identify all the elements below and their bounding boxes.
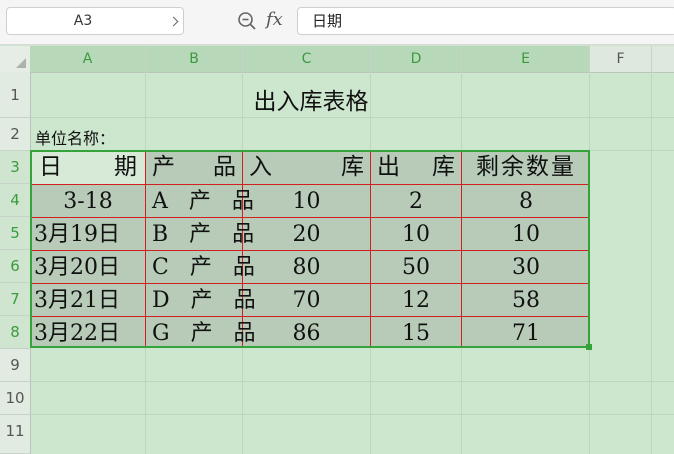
column-header-e[interactable]: E <box>462 46 590 72</box>
row-header-2[interactable]: 2 <box>0 118 30 151</box>
name-box[interactable]: A3 <box>6 7 184 35</box>
row-header-8[interactable]: 8 <box>0 316 30 349</box>
zoom-icon[interactable] <box>237 11 257 31</box>
column-header-c[interactable]: C <box>243 46 371 72</box>
row-header-10[interactable]: 10 <box>0 382 30 415</box>
row-header-6[interactable]: 6 <box>0 250 30 283</box>
function-icon[interactable]: fx <box>266 9 283 30</box>
column-header-a[interactable]: A <box>30 46 146 72</box>
formula-bar: A3 fx 日期 <box>0 0 674 45</box>
row-headers: 1 2 3 4 5 6 7 8 9 10 11 <box>0 72 31 454</box>
chevron-down-icon[interactable] <box>168 16 179 27</box>
column-header-d[interactable]: D <box>371 46 462 72</box>
select-all-corner[interactable] <box>0 46 30 72</box>
row-header-3[interactable]: 3 <box>0 151 30 184</box>
column-header-f[interactable]: F <box>590 46 652 72</box>
column-headers: A B C D E F <box>0 46 674 73</box>
formula-input[interactable]: 日期 <box>297 7 674 35</box>
row-header-9[interactable]: 9 <box>0 349 30 382</box>
sheet-title: 出入库表格 <box>253 89 369 115</box>
row-header-5[interactable]: 5 <box>0 217 30 250</box>
unit-name-label: 单位名称： <box>35 129 116 148</box>
fill-handle[interactable] <box>586 344 592 350</box>
selection-outline <box>30 150 590 348</box>
row-header-4[interactable]: 4 <box>0 184 30 217</box>
row-header-7[interactable]: 7 <box>0 283 30 316</box>
cell-reference: A3 <box>73 13 93 29</box>
row-header-1[interactable]: 1 <box>0 72 30 118</box>
column-header-b[interactable]: B <box>146 46 243 72</box>
row-header-11[interactable]: 11 <box>0 415 30 454</box>
